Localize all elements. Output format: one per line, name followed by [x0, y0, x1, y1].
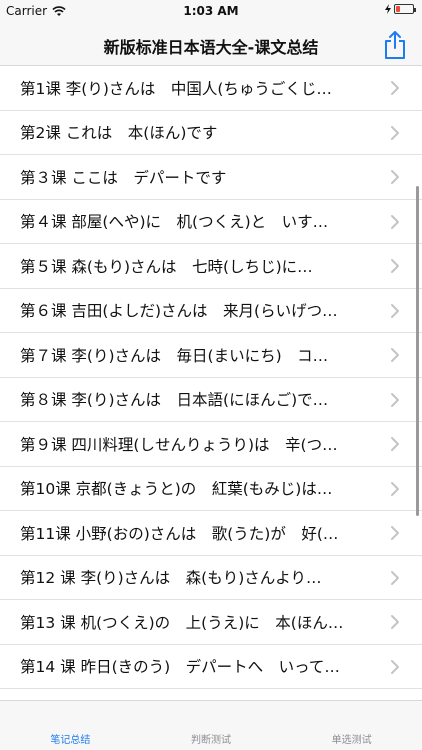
list-item[interactable]: 第６课 吉田(よしだ)さんは 来月(らいげつ… — [0, 289, 422, 333]
list-item-label: 第11课 小野(おの)さんは 歌(うた)が 好(… — [20, 524, 339, 543]
chevron-right-icon — [391, 259, 399, 273]
list-item-label: 第12 课 李(り)さんは 森(もり)さんより… — [20, 569, 322, 588]
list-item-label: 第14 课 昨日(きのう) デパートへ いって… — [20, 658, 340, 677]
chevron-right-icon — [391, 81, 399, 95]
list-item[interactable]: 第５课 森(もり)さんは 七時(しちじ)に… — [0, 244, 422, 289]
lesson-list[interactable]: 第1课 李(り)さんは 中国人(ちゅうごくじ… 第2课 これは 本(ほん)です … — [0, 66, 422, 700]
list-item[interactable]: 第４课 部屋(へや)に 机(つくえ)と いす… — [0, 200, 422, 244]
chevron-right-icon — [391, 392, 399, 407]
chevron-right-icon — [391, 170, 399, 184]
list-item[interactable]: 第12 课 李(り)さんは 森(もり)さんより… — [0, 556, 422, 600]
status-time: 1:03 AM — [183, 4, 239, 18]
list-item[interactable]: 第11课 小野(おの)さんは 歌(うた)が 好(… — [0, 511, 422, 556]
list-item-label: 第４课 部屋(へや)に 机(つくえ)と いす… — [20, 213, 329, 232]
list-item-label: 第1课 李(り)さんは 中国人(ちゅうごくじ… — [20, 79, 332, 98]
list-item[interactable]: 第３课 ここは デパートです — [0, 155, 422, 200]
battery-icon — [394, 4, 416, 14]
chevron-right-icon — [391, 526, 399, 540]
status-right-group — [385, 4, 416, 14]
tab-notes-summary[interactable]: 笔记总结 — [0, 701, 141, 750]
charging-bolt-icon — [385, 4, 391, 14]
list-item-label: 第10课 京都(きょうと)の 紅葉(もみじ)は… — [20, 480, 333, 499]
chevron-right-icon — [391, 481, 399, 496]
list-item-label: 第５课 森(もり)さんは 七時(しちじ)に… — [20, 257, 313, 276]
navigation-bar: 新版标准日本语大全-课文总结 — [0, 24, 422, 66]
list-item-label: 第６课 吉田(よしだ)さんは 来月(らいげつ… — [20, 302, 338, 321]
page-title: 新版标准日本语大全-课文总结 — [103, 38, 319, 57]
share-icon — [385, 31, 405, 59]
list-item-label: 第８课 李(り)さんは 日本語(にほんご)で… — [20, 391, 329, 410]
tab-true-false-test[interactable]: 判断测试 — [141, 701, 282, 750]
list-item-label: 第３课 ここは デパートです — [20, 168, 227, 187]
share-button[interactable] — [382, 30, 408, 60]
list-item-label: 第13 课 机(つくえ)の 上(うえ)に 本(ほん… — [20, 613, 344, 632]
chevron-right-icon — [391, 348, 399, 362]
scrollbar[interactable] — [416, 186, 419, 516]
list-item[interactable]: 第８课 李(り)さんは 日本語(にほんご)で… — [0, 378, 422, 422]
list-item[interactable]: 第９课 四川料理(しせんりょうり)は 辛(つ… — [0, 422, 422, 467]
list-item-label: 第７课 李(り)さんは 毎日(まいにち) コ… — [20, 346, 329, 365]
tab-label: 单选测试 — [331, 735, 372, 746]
list-item-label: 第2课 これは 本(ほん)です — [20, 124, 218, 143]
list-item[interactable]: 第10课 京都(きょうと)の 紅葉(もみじ)は… — [0, 467, 422, 511]
status-bar: Carrier 1:03 AM — [0, 0, 422, 24]
tab-label: 笔记总结 — [50, 735, 91, 746]
tab-bar: 笔记总结 判断测试 单选测试 — [0, 700, 422, 750]
list-item[interactable]: 第1课 李(り)さんは 中国人(ちゅうごくじ… — [0, 66, 422, 111]
list-item[interactable]: 第2课 これは 本(ほん)です — [0, 111, 422, 155]
list-item[interactable]: 第７课 李(り)さんは 毎日(まいにち) コ… — [0, 333, 422, 378]
chevron-right-icon — [391, 303, 399, 318]
tab-label: 判断测试 — [191, 735, 231, 746]
tab-single-choice-test[interactable]: 单选测试 — [281, 701, 422, 750]
chevron-right-icon — [391, 214, 399, 229]
chevron-right-icon — [391, 615, 399, 629]
chevron-right-icon — [391, 125, 399, 140]
chevron-right-icon — [391, 437, 399, 451]
chevron-right-icon — [391, 659, 399, 674]
list-item[interactable]: 第14 课 昨日(きのう) デパートへ いって… — [0, 645, 422, 689]
list-item[interactable]: 第13 课 机(つくえ)の 上(うえ)に 本(ほん… — [0, 600, 422, 645]
list-item-label: 第９课 四川料理(しせんりょうり)は 辛(つ… — [20, 435, 338, 454]
chevron-right-icon — [391, 570, 399, 585]
